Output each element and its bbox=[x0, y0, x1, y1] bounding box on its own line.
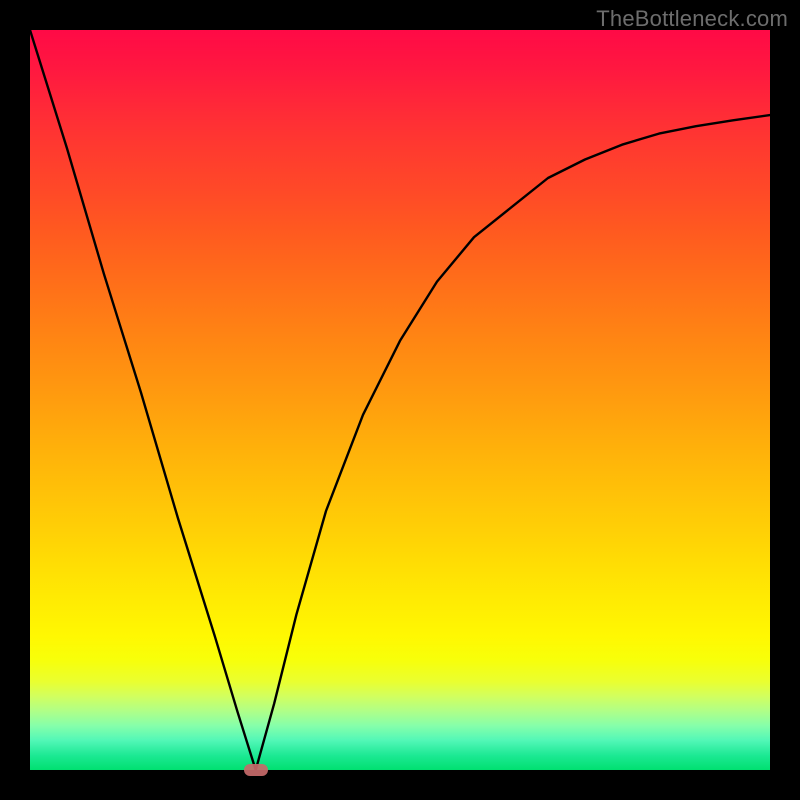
curve-path bbox=[30, 30, 770, 770]
chart-frame: TheBottleneck.com bbox=[0, 0, 800, 800]
watermark-text: TheBottleneck.com bbox=[596, 6, 788, 32]
minimum-marker bbox=[244, 764, 268, 776]
bottleneck-curve bbox=[30, 30, 770, 770]
plot-area bbox=[30, 30, 770, 770]
